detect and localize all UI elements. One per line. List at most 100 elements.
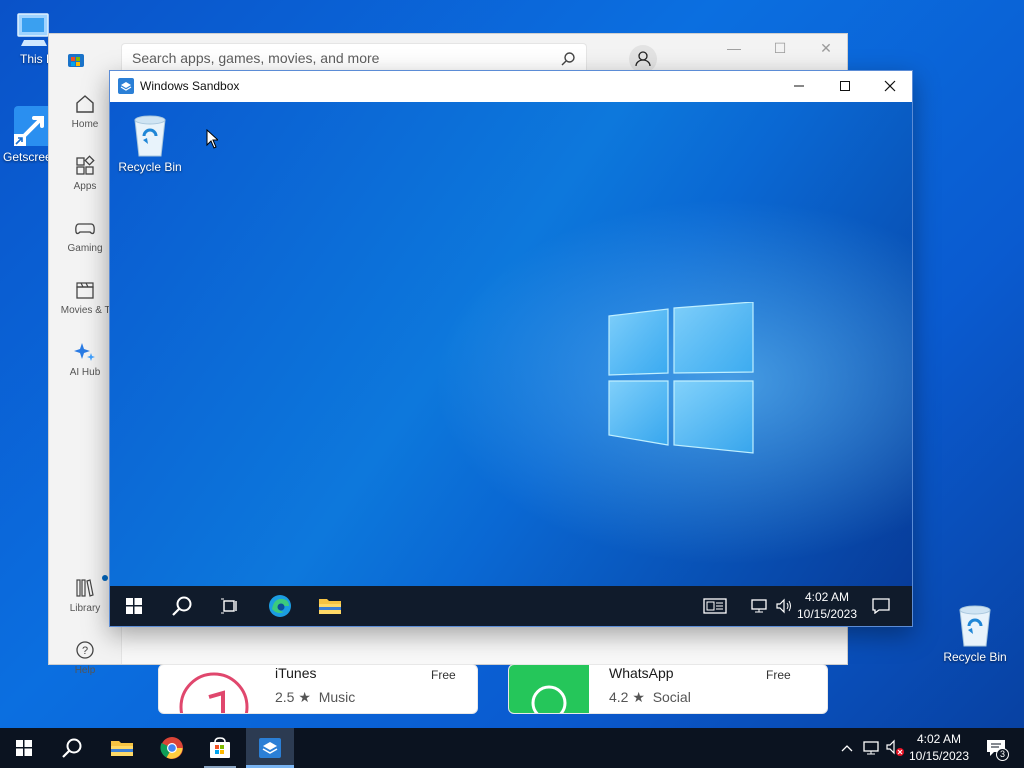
app-rating: 2.5 ★ xyxy=(275,689,311,705)
search-button[interactable] xyxy=(50,728,94,768)
host-clock[interactable]: 4:02 AM 10/15/2023 xyxy=(906,731,972,765)
home-icon xyxy=(76,95,94,113)
account-avatar[interactable] xyxy=(629,45,657,73)
nav-item-label: AI Hub xyxy=(69,367,101,378)
desktop-icon-recycle-bin[interactable]: Recycle Bin xyxy=(935,602,1015,664)
network-icon xyxy=(863,741,879,755)
sandbox-news-button[interactable] xyxy=(700,586,730,626)
itunes-icon xyxy=(179,672,249,713)
windows-start-icon xyxy=(16,740,32,756)
app-category: Music xyxy=(318,689,356,705)
whatsapp-icon xyxy=(531,685,567,713)
sandbox-taskbar: 4:02 AM 10/15/2023 xyxy=(110,586,912,626)
volume-icon xyxy=(776,598,791,614)
sandbox-action-center-button[interactable] xyxy=(866,586,896,626)
recycle-bin-icon xyxy=(959,605,991,647)
sandbox-window: Windows Sandbox Recycle Bin 4:02 AM 10/1… xyxy=(109,70,913,627)
clock-time: 4:02 AM xyxy=(916,732,962,746)
folder-icon xyxy=(111,741,133,756)
host-taskbar: 4:02 AM 10/15/2023 3 xyxy=(0,728,1024,768)
desktop-icon-label: Recycle Bin xyxy=(118,160,182,174)
app-price: Free xyxy=(766,668,791,682)
show-hidden-icons-button[interactable] xyxy=(838,728,856,768)
app-card-whatsapp[interactable]: WhatsApp Free 4.2 ★ Social xyxy=(508,664,828,714)
task-view-icon xyxy=(221,598,237,614)
search-placeholder: Search apps, games, movies, and more xyxy=(132,50,380,66)
help-icon: ? xyxy=(76,641,94,659)
notification-icon xyxy=(872,598,890,614)
app-name: iTunes xyxy=(275,665,317,681)
store-icon xyxy=(210,737,230,758)
ai-hub-icon xyxy=(74,343,95,361)
folder-icon xyxy=(319,599,341,614)
volume-button[interactable] xyxy=(884,728,906,768)
edge-icon xyxy=(269,595,291,617)
sandbox-start-button[interactable] xyxy=(114,586,154,626)
network-icon xyxy=(751,599,767,613)
chevron-up-icon xyxy=(841,745,853,752)
nav-item-label: Library xyxy=(69,603,101,614)
app-meta: 2.5 ★ Music xyxy=(275,689,355,706)
nav-item-label: Gaming xyxy=(67,243,103,254)
app-price: Free xyxy=(431,668,456,682)
library-icon xyxy=(76,579,94,597)
sandbox-clock[interactable]: 4:02 AM 10/15/2023 xyxy=(794,589,860,623)
sandbox-network-button[interactable] xyxy=(748,586,770,626)
nav-item-label: Apps xyxy=(73,181,97,192)
sandbox-title: Windows Sandbox xyxy=(140,79,240,93)
minimize-icon xyxy=(794,85,804,87)
sandbox-minimize-button[interactable] xyxy=(776,71,822,101)
windows-logo-wallpaper xyxy=(608,302,754,454)
sandbox-app-icon xyxy=(259,738,281,758)
search-icon[interactable] xyxy=(560,51,576,67)
app-meta: 4.2 ★ Social xyxy=(609,689,691,706)
sandbox-volume-button[interactable] xyxy=(772,586,796,626)
store-maximize-button[interactable]: ☐ xyxy=(757,40,803,60)
app-category: Social xyxy=(652,689,691,705)
nav-item-label: Help xyxy=(74,665,96,676)
notification-count-badge: 3 xyxy=(996,748,1009,761)
store-close-button[interactable]: ✕ xyxy=(803,40,849,60)
store-logo-icon xyxy=(68,54,84,67)
sandbox-search-button[interactable] xyxy=(162,586,202,626)
app-name: WhatsApp xyxy=(609,665,674,681)
sandbox-app-icon xyxy=(118,78,134,94)
store-minimize-button[interactable]: — xyxy=(711,40,757,60)
whatsapp-tile xyxy=(509,665,589,713)
desktop-icon-label: Getscreen xyxy=(3,150,50,164)
sandbox-titlebar[interactable]: Windows Sandbox xyxy=(110,71,912,102)
search-icon xyxy=(62,738,82,758)
sandbox-taskbar-button[interactable] xyxy=(246,728,294,768)
clock-time: 4:02 AM xyxy=(804,590,850,604)
network-button[interactable] xyxy=(860,728,882,768)
clock-date: 10/15/2023 xyxy=(796,607,858,621)
sandbox-task-view-button[interactable] xyxy=(210,586,250,626)
store-taskbar-button[interactable] xyxy=(200,728,240,768)
getscreen-icon xyxy=(14,106,50,146)
chrome-icon xyxy=(160,737,183,759)
action-center-button[interactable]: 3 xyxy=(978,728,1014,768)
volume-muted-icon xyxy=(886,739,904,756)
desktop-icon-label: Recycle Bin xyxy=(943,650,1007,664)
svg-text:?: ? xyxy=(82,645,88,657)
recycle-bin-icon xyxy=(134,115,166,157)
nav-item-label: Home xyxy=(71,119,99,130)
close-icon xyxy=(884,80,896,92)
app-card-itunes[interactable]: iTunes Free 2.5 ★ Music xyxy=(158,664,478,714)
file-explorer-button[interactable] xyxy=(100,728,144,768)
person-icon xyxy=(635,51,651,67)
nav-item-help[interactable]: ? Help xyxy=(49,639,121,676)
clock-date: 10/15/2023 xyxy=(908,749,970,763)
sandbox-edge-button[interactable] xyxy=(260,586,300,626)
sandbox-close-button[interactable] xyxy=(867,71,913,101)
start-button[interactable] xyxy=(0,728,48,768)
sandbox-maximize-button[interactable] xyxy=(822,71,868,101)
chrome-button[interactable] xyxy=(150,728,194,768)
mouse-cursor-icon xyxy=(206,129,218,149)
sandbox-file-explorer-button[interactable] xyxy=(310,586,350,626)
sandbox-desktop[interactable]: Recycle Bin xyxy=(110,102,912,586)
apps-icon xyxy=(76,155,95,175)
sandbox-recycle-bin[interactable]: Recycle Bin xyxy=(110,112,190,174)
windows-start-icon xyxy=(126,598,142,614)
desktop-icon-getscreen[interactable]: Getscreen xyxy=(0,104,50,164)
